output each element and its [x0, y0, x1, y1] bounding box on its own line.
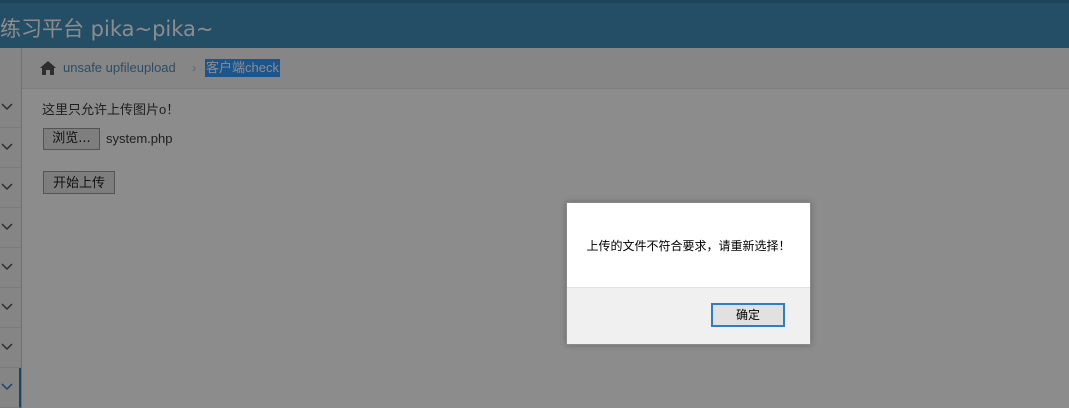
alert-dialog: 上传的文件不符合要求，请重新选择！ 确定: [566, 202, 811, 345]
alert-footer: 确定: [567, 287, 810, 344]
alert-message: 上传的文件不符合要求，请重新选择！: [586, 239, 791, 253]
ok-button[interactable]: 确定: [711, 303, 785, 327]
app-root: 练习平台 pika~pika~ unsafe upfileupload › 客户…: [0, 0, 1069, 408]
modal-overlay: [0, 0, 1069, 408]
